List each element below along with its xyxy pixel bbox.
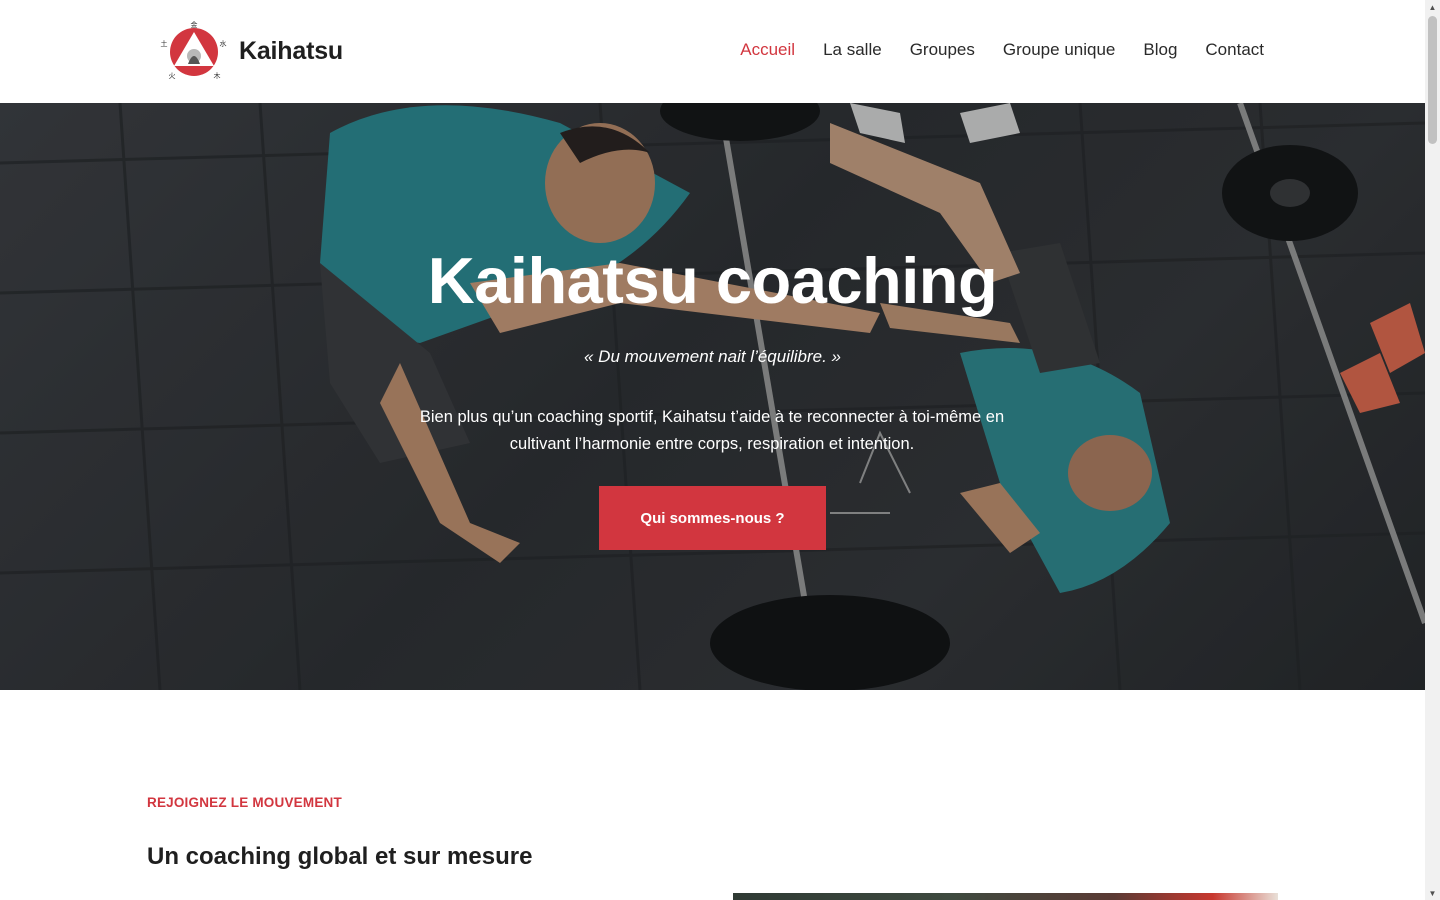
nav-item-groupes[interactable]: Groupes <box>910 40 975 60</box>
section-title: Un coaching global et sur mesure <box>147 843 533 870</box>
nav-item-accueil[interactable]: Accueil <box>740 40 795 60</box>
nav-item-groupe-unique[interactable]: Groupe unique <box>1003 40 1115 60</box>
page-scrollbar[interactable]: ▲ ▼ <box>1425 0 1440 900</box>
svg-text:火: 火 <box>169 72 176 80</box>
page: 金 土 水 火 木 Kaihatsu Accueil La salle Grou… <box>0 0 1425 900</box>
main-nav: Accueil La salle Groupes Groupe unique B… <box>740 40 1264 60</box>
kaihatsu-logo-icon: 金 土 水 火 木 <box>158 18 230 84</box>
hero-overlay <box>0 103 1425 690</box>
svg-text:木: 木 <box>214 71 221 80</box>
hero-description: Bien plus qu’un coaching sportif, Kaihat… <box>419 408 1005 453</box>
site-header: 金 土 水 火 木 Kaihatsu Accueil La salle Grou… <box>0 0 1425 103</box>
scroll-thumb[interactable] <box>1428 16 1437 144</box>
nav-item-la-salle[interactable]: La salle <box>823 40 882 60</box>
section-eyebrow: REJOIGNEZ LE MOUVEMENT <box>147 795 342 810</box>
about-us-button[interactable]: Qui sommes-nous ? <box>599 486 826 550</box>
hero-title: Kaihatsu coaching <box>427 244 998 317</box>
scroll-up-arrow-icon[interactable]: ▲ <box>1425 0 1440 14</box>
scroll-down-arrow-icon[interactable]: ▼ <box>1425 886 1440 900</box>
hero-quote: « Du mouvement nait l’équilibre. » <box>583 347 842 366</box>
svg-text:金: 金 <box>191 20 198 29</box>
brand-name: Kaihatsu <box>239 36 343 65</box>
svg-text:土: 土 <box>161 39 168 48</box>
svg-text:水: 水 <box>220 39 227 48</box>
hero-section: Kaihatsu coaching « Du mouvement nait l’… <box>0 103 1425 690</box>
brand[interactable]: 金 土 水 火 木 Kaihatsu <box>158 18 344 84</box>
section-image <box>733 893 1278 900</box>
nav-item-contact[interactable]: Contact <box>1205 40 1264 60</box>
nav-item-blog[interactable]: Blog <box>1143 40 1177 60</box>
